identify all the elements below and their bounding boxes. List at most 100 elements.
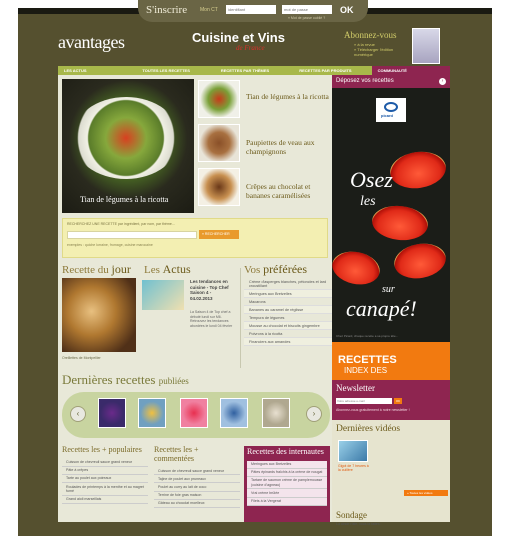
carousel-thumb[interactable] bbox=[138, 398, 166, 428]
list-item[interactable]: Grand aioli marseillais bbox=[62, 496, 148, 504]
index-recettes-banner[interactable]: INDEX DES RECETTES bbox=[332, 342, 450, 380]
nav-item-toutes-recettes[interactable]: TOUTES LES RECETTES bbox=[136, 66, 214, 75]
hero-side-item[interactable]: Crêpes au chocolat et bananes caramélisé… bbox=[246, 182, 334, 200]
list-item[interactable]: Bananes au caramel de réglisse bbox=[244, 306, 332, 314]
search-button[interactable]: » RECHERCHER bbox=[199, 230, 239, 239]
list-item[interactable]: Meringues aux Bretzelles bbox=[247, 461, 327, 469]
populaires-title: Recettes les + populaires bbox=[62, 445, 142, 454]
ad-canape-text: canapé! bbox=[346, 296, 417, 321]
list-item[interactable]: Terrine de foie gras maison bbox=[154, 492, 240, 500]
nav-item-produits[interactable]: RECETTES PAR PRODUITS bbox=[293, 66, 371, 75]
ad-sur-text: sur bbox=[382, 284, 395, 295]
browser-frame: S'inscrire Mon CT OK » Mot de passe oubl… bbox=[0, 0, 510, 536]
actus-description: La Saison 4 de Top chef a débuté lundi s… bbox=[190, 310, 233, 328]
column-divider bbox=[240, 268, 241, 368]
chevron-right-icon: › bbox=[439, 78, 446, 85]
list-item[interactable]: Cuisson de chevreuil sauce grand veneur bbox=[62, 459, 148, 467]
deposez-label: Déposez vos recettes bbox=[336, 78, 394, 84]
picard-logo-icon bbox=[384, 102, 398, 112]
preferees-heading: Vos préférées bbox=[244, 262, 308, 276]
newsletter-title: Newsletter bbox=[336, 383, 375, 393]
list-item[interactable]: Tajine de poulet aux pruneaux bbox=[154, 475, 240, 484]
actus-title[interactable]: Les tendances en cuisine - Top Chef Sais… bbox=[190, 279, 234, 301]
rss-link[interactable]: Mon CT bbox=[200, 7, 218, 13]
cuisine-vins-logo[interactable]: Cuisine et Vins bbox=[192, 30, 285, 45]
password-input[interactable] bbox=[282, 5, 332, 14]
list-item[interactable]: Vrai crème brûlée bbox=[247, 489, 327, 498]
salad-plate-image bbox=[72, 97, 180, 179]
list-item[interactable]: Tarte au poulet aux poireaux bbox=[62, 475, 148, 484]
list-item[interactable]: Mousse au chocolat et biscuits gingembre bbox=[244, 322, 332, 330]
hero-thumb-3[interactable] bbox=[198, 168, 240, 206]
list-item[interactable]: Pâte à crêpes bbox=[62, 467, 148, 475]
list-item[interactable]: Poulet au curry au lait de coco bbox=[154, 483, 240, 492]
signin-bar: S'inscrire Mon CT OK » Mot de passe oubl… bbox=[138, 0, 368, 22]
magazine-cover-image[interactable] bbox=[412, 28, 440, 64]
identifiant-input[interactable] bbox=[226, 5, 276, 14]
recette-du-jour-heading: Recette du jour bbox=[62, 262, 131, 276]
commentees-block: Recettes les + commentées Cuisson de che… bbox=[154, 445, 240, 522]
signin-link[interactable]: S'inscrire bbox=[146, 4, 187, 16]
list-item[interactable]: Poivrons à la ricotta bbox=[244, 330, 332, 338]
signin-ok-button[interactable]: OK bbox=[340, 5, 354, 15]
videos-heading: Dernières vidéos bbox=[336, 424, 401, 434]
carousel-prev-button[interactable]: ‹ bbox=[70, 406, 86, 422]
forgot-password-link[interactable]: » Mot de passe oublié ? bbox=[288, 16, 325, 20]
actus-image[interactable] bbox=[142, 280, 184, 310]
nav-item-actus[interactable]: LES ACTUS bbox=[58, 66, 136, 75]
hero-side-item[interactable]: Paupiettes de veau aux champignons bbox=[246, 138, 334, 156]
nav-item-communaute[interactable]: COMMUNAUTÉ bbox=[371, 66, 451, 75]
list-item[interactable]: Financiers aux amandes bbox=[244, 338, 332, 346]
recette-du-jour-image[interactable] bbox=[62, 278, 136, 352]
list-item[interactable]: Gâteau au chocolat moelleux bbox=[154, 500, 240, 509]
list-item[interactable]: Crème d'asperges blanches, pétoncles et … bbox=[244, 278, 332, 290]
hero-thumb-2[interactable] bbox=[198, 124, 240, 162]
newsletter-ok-button[interactable]: OK bbox=[394, 398, 402, 404]
actus-heading: Les Actus bbox=[144, 262, 191, 276]
ad-osez-text: Osez bbox=[350, 167, 393, 192]
hero-caption[interactable]: Tian de légumes à la ricotta bbox=[80, 195, 168, 204]
deposez-recettes-bar[interactable]: Déposez vos recettes › bbox=[332, 75, 450, 88]
ad-tes-text: les bbox=[360, 194, 376, 209]
ad-footnote: Chez Picard, chaque recette a sa propre … bbox=[336, 334, 399, 338]
abonnez-links: » à la revue » Télécharger l'édition num… bbox=[354, 42, 393, 57]
internautes-title: Recettes des internautes bbox=[247, 447, 324, 456]
picard-advertisement[interactable]: picard Osez les sur canapé! Chez Picard,… bbox=[332, 88, 450, 342]
hero-side-item[interactable]: Tian de légumes à la ricotta bbox=[246, 92, 334, 101]
internautes-block: Recettes des internautes Meringues aux B… bbox=[244, 446, 330, 522]
list-item[interactable]: Pâtes épinards fraîchis à la crème de no… bbox=[247, 469, 327, 477]
carousel-next-button[interactable]: › bbox=[306, 406, 322, 422]
search-input[interactable] bbox=[67, 231, 197, 239]
newsletter-link[interactable]: Abonnez-vous gratuitement à notre newsle… bbox=[336, 408, 410, 412]
list-item[interactable]: Roulades de printemps à la menthe et au … bbox=[62, 483, 148, 496]
picard-logo: picard bbox=[376, 98, 406, 122]
carousel-thumb[interactable] bbox=[220, 398, 248, 428]
all-videos-button[interactable]: » Toutes les vidéos bbox=[404, 490, 448, 496]
recipe-search-box: RECHERCHEZ UNE RECETTE par ingrédient, p… bbox=[62, 218, 328, 258]
list-item[interactable]: Macarons bbox=[244, 298, 332, 306]
hero-thumb-1[interactable] bbox=[198, 80, 240, 118]
canape-lips-image bbox=[387, 148, 449, 192]
list-item[interactable]: Meringues aux Bretzelles bbox=[244, 290, 332, 298]
hero-image[interactable]: Tian de légumes à la ricotta bbox=[62, 79, 194, 213]
carousel-thumb[interactable] bbox=[98, 398, 126, 428]
dernieres-recettes-heading: Dernières recettes publiées bbox=[62, 372, 189, 387]
video-caption[interactable]: Gigot de 7 heures à la cuillère bbox=[338, 464, 372, 472]
preferees-list: Crème d'asperges blanches, pétoncles et … bbox=[244, 278, 332, 346]
carousel-thumb[interactable] bbox=[180, 398, 208, 428]
list-item[interactable]: Cuisson de chevreuil sauce grand veneur bbox=[154, 467, 240, 476]
search-label: RECHERCHEZ UNE RECETTE par ingrédient, p… bbox=[67, 222, 175, 226]
nav-item-themes[interactable]: RECETTES PAR THÈMES bbox=[215, 66, 293, 75]
commentees-title: Recettes les + commentées bbox=[154, 445, 199, 463]
abonnez-title[interactable]: Abonnez-vous bbox=[344, 30, 397, 40]
list-item[interactable]: Tempura de légumes bbox=[244, 314, 332, 322]
list-item[interactable]: Tartare de saumon crème de pamplemousse … bbox=[247, 477, 327, 490]
recette-du-jour-caption[interactable]: Oreillettes de Montpellier bbox=[62, 356, 101, 360]
newsletter-email-input[interactable]: Votre adresse e-mail bbox=[336, 398, 392, 404]
carousel-thumb[interactable] bbox=[262, 398, 290, 428]
avantages-logo[interactable]: avantages bbox=[58, 32, 125, 53]
list-item[interactable]: Filets à la Vergerat bbox=[247, 498, 327, 506]
cuisine-vins-logo-sub: de France bbox=[236, 44, 265, 52]
video-thumbnail[interactable] bbox=[338, 440, 368, 462]
abonnez-link[interactable]: numérique bbox=[354, 52, 393, 57]
